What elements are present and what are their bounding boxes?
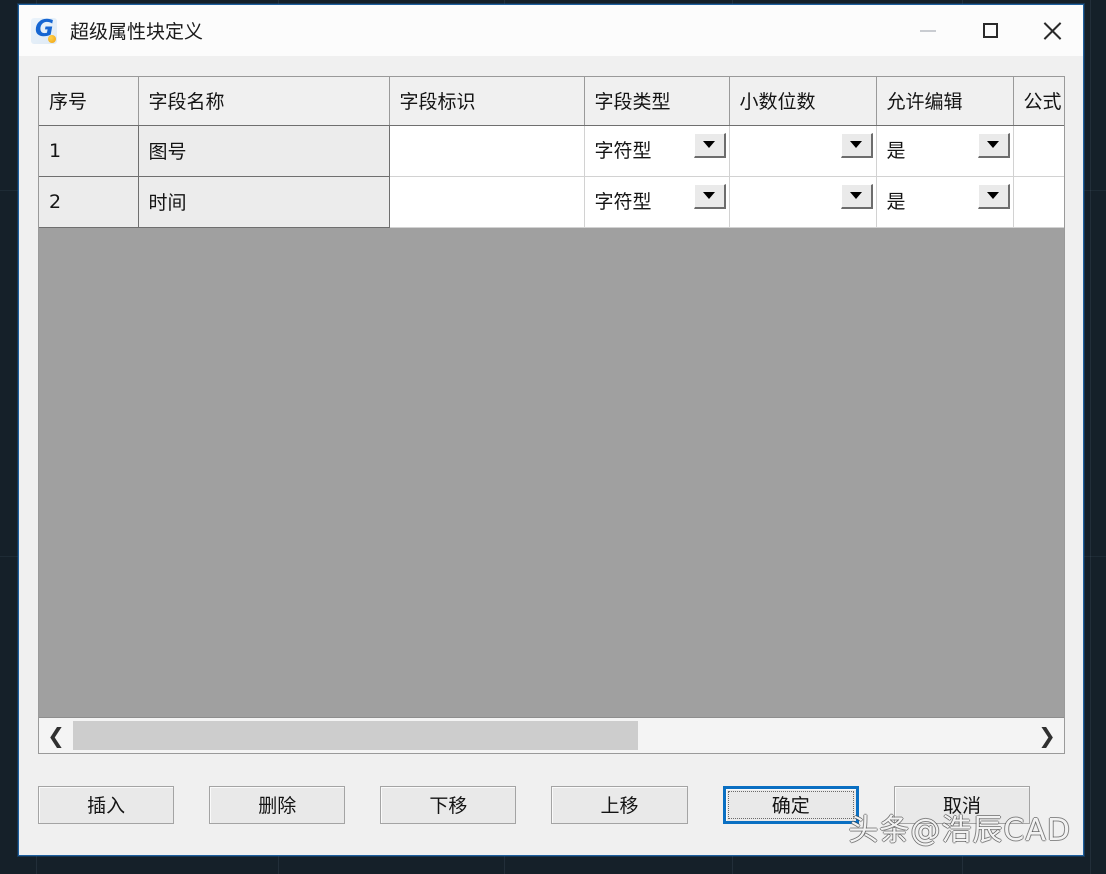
cell-tag[interactable] xyxy=(389,125,585,177)
cell-type-value: 字符型 xyxy=(594,190,652,213)
chevron-down-icon[interactable] xyxy=(840,132,873,158)
chevron-down-icon[interactable] xyxy=(977,132,1010,158)
scrollbar-thumb[interactable] xyxy=(73,721,638,750)
chevron-right-icon[interactable]: ❯ xyxy=(1030,718,1064,753)
ok-button[interactable]: 确定 xyxy=(722,785,859,824)
dialog-title: 超级属性块定义 xyxy=(70,21,204,43)
close-icon xyxy=(1042,21,1062,41)
cell-decimals-combobox[interactable] xyxy=(729,125,877,177)
table-row[interactable]: 1 图号 字符型 是 xyxy=(39,125,1064,177)
cell-type-combobox[interactable]: 字符型 xyxy=(584,125,730,177)
canvas-gridline xyxy=(1090,0,1091,874)
cell-editable-value: 是 xyxy=(886,190,906,213)
chevron-down-icon[interactable] xyxy=(977,183,1010,209)
move-down-button[interactable]: 下移 xyxy=(380,785,517,824)
chevron-down-icon[interactable] xyxy=(693,132,726,158)
close-button[interactable] xyxy=(1021,5,1083,56)
table-header-row: 序号 字段名称 字段标识 字段类型 小数位数 允许编辑 公式 xyxy=(39,77,1064,126)
cell-formula[interactable] xyxy=(1013,176,1064,228)
chevron-down-icon[interactable] xyxy=(693,183,726,209)
cell-type-combobox[interactable]: 字符型 xyxy=(584,176,730,228)
minimize-button[interactable] xyxy=(897,5,959,56)
column-header-tag[interactable]: 字段标识 xyxy=(389,77,585,126)
grid-scroll-area[interactable]: 序号 字段名称 字段标识 字段类型 小数位数 允许编辑 公式 1 图号 字符型 … xyxy=(39,77,1064,717)
cell-tag[interactable] xyxy=(389,176,585,228)
scrollbar-track[interactable] xyxy=(73,718,1030,753)
dialog-button-bar: 插入 删除 下移 上移 确定 取消 头条@浩辰CAD xyxy=(19,754,1083,855)
cell-seq[interactable]: 1 xyxy=(39,125,139,177)
gstarcad-g-logo-icon: G xyxy=(31,16,57,44)
minimize-icon xyxy=(920,29,936,32)
cell-formula[interactable] xyxy=(1013,125,1064,177)
column-header-type[interactable]: 字段类型 xyxy=(584,77,730,126)
horizontal-scrollbar[interactable]: ❮ ❯ xyxy=(39,717,1064,753)
delete-button[interactable]: 删除 xyxy=(209,785,346,824)
column-header-seq[interactable]: 序号 xyxy=(39,77,139,126)
field-definition-grid: 序号 字段名称 字段标识 字段类型 小数位数 允许编辑 公式 1 图号 字符型 … xyxy=(38,76,1065,754)
dialog-titlebar[interactable]: G 超级属性块定义 xyxy=(19,5,1083,56)
logo-dot xyxy=(48,34,56,43)
column-header-formula[interactable]: 公式 xyxy=(1013,77,1064,126)
cell-type-value: 字符型 xyxy=(594,139,652,162)
cell-editable-value: 是 xyxy=(886,139,906,162)
maximize-button[interactable] xyxy=(959,5,1021,56)
column-header-name[interactable]: 字段名称 xyxy=(138,77,390,126)
cell-name[interactable]: 时间 xyxy=(138,176,390,228)
field-table: 序号 字段名称 字段标识 字段类型 小数位数 允许编辑 公式 1 图号 字符型 … xyxy=(39,77,1064,228)
ok-button-label: 确定 xyxy=(771,795,810,817)
window-controls xyxy=(897,5,1083,56)
cell-editable-combobox[interactable]: 是 xyxy=(876,176,1014,228)
column-header-editable[interactable]: 允许编辑 xyxy=(876,77,1014,126)
table-row[interactable]: 2 时间 字符型 是 xyxy=(39,176,1064,228)
column-header-decimals[interactable]: 小数位数 xyxy=(729,77,877,126)
cell-seq[interactable]: 2 xyxy=(39,176,139,228)
insert-button[interactable]: 插入 xyxy=(38,785,175,824)
cell-editable-combobox[interactable]: 是 xyxy=(876,125,1014,177)
super-attribute-block-definition-dialog: G 超级属性块定义 序号 字段名称 字段标识 字段类型 小数位数 允许编辑 公式… xyxy=(18,4,1084,856)
move-up-button[interactable]: 上移 xyxy=(551,785,688,824)
chevron-down-icon[interactable] xyxy=(840,183,873,209)
cell-name[interactable]: 图号 xyxy=(138,125,390,177)
cancel-button[interactable]: 取消 xyxy=(893,785,1031,824)
chevron-left-icon[interactable]: ❮ xyxy=(39,718,73,753)
cell-decimals-combobox[interactable] xyxy=(729,176,877,228)
maximize-icon xyxy=(982,23,998,38)
